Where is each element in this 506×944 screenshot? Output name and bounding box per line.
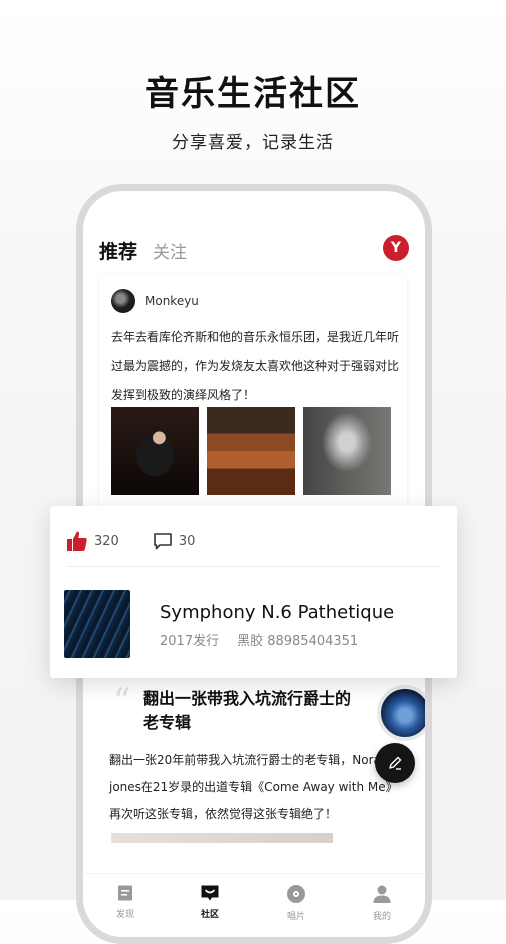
- photo-conductor[interactable]: [111, 407, 199, 495]
- like-count: 320: [94, 533, 119, 549]
- quote-mark-icon: “: [113, 681, 131, 721]
- album-title[interactable]: Symphony N.6 Pathetique: [160, 602, 394, 623]
- photo-statue[interactable]: [303, 407, 391, 495]
- album-meta: 2017发行 黑胶 88985404351: [160, 630, 358, 649]
- post-card[interactable]: Monkeyu 去年去看库伦齐斯和他的音乐永恒乐团，是我近几年听过最为震撼的，作…: [99, 275, 407, 535]
- nav-label-records: 唱片: [286, 912, 305, 922]
- nav-profile[interactable]: 我的: [372, 884, 392, 922]
- album-cover[interactable]: [64, 590, 148, 658]
- discover-icon: [117, 885, 132, 901]
- comment-icon: [154, 533, 172, 550]
- nav-records[interactable]: 唱片: [286, 884, 306, 922]
- nav-label-discover: 发现: [115, 910, 134, 920]
- pen-icon: [389, 756, 402, 770]
- avatar[interactable]: [111, 289, 135, 313]
- album-share-card[interactable]: 320 30 Symphony N.6 Pathetique 2017发行 黑胶 …: [50, 506, 457, 678]
- divider: [66, 566, 441, 567]
- feed-tabs: 推荐 关注: [99, 237, 187, 264]
- album-format: 黑胶 88985404351: [237, 634, 359, 649]
- post-photos: [111, 407, 391, 495]
- bottom-nav: 发现 社区 唱片 我的: [83, 873, 425, 937]
- nav-discover[interactable]: 发现: [116, 884, 134, 920]
- post-author[interactable]: Monkeyu: [111, 289, 199, 313]
- album-year: 2017发行: [160, 634, 220, 649]
- album-sleeve: [64, 590, 130, 658]
- photo-orchestra[interactable]: [207, 407, 295, 495]
- community-icon: [201, 885, 219, 901]
- profile-icon: [373, 885, 391, 903]
- compose-button[interactable]: [375, 743, 415, 783]
- nav-community[interactable]: 社区: [200, 884, 220, 920]
- engagement-stats: 320 30: [66, 530, 229, 552]
- tab-follow[interactable]: 关注: [153, 238, 187, 263]
- like-button[interactable]: 320: [66, 530, 119, 552]
- nav-label-profile: 我的: [372, 912, 391, 922]
- post-image-preview[interactable]: [111, 833, 333, 843]
- thumbs-up-icon: [67, 531, 87, 551]
- record-icon: [286, 885, 305, 903]
- app-logo[interactable]: Y: [383, 235, 409, 261]
- post-text: 去年去看库伦齐斯和他的音乐永恒乐团，是我近几年听过最为震撼的，作为发烧友太喜欢他…: [111, 330, 400, 402]
- headline: 音乐生活社区: [145, 74, 361, 114]
- username[interactable]: Monkeyu: [145, 294, 199, 308]
- tab-recommend[interactable]: 推荐: [99, 237, 137, 264]
- post-text-2: 翻出一张20年前带我入坑流行爵士的老专辑，Norah jones在21岁录的出道…: [109, 753, 398, 821]
- nav-label-community: 社区: [200, 910, 219, 920]
- logo-glyph: Y: [390, 240, 402, 256]
- now-playing-disc[interactable]: [377, 685, 425, 741]
- subheadline: 分享喜爱，记录生活: [172, 133, 334, 153]
- comment-count: 30: [178, 533, 196, 549]
- comment-button[interactable]: 30: [153, 531, 196, 551]
- post-title: 翻出一张带我入坑流行爵士的老专辑: [143, 689, 352, 732]
